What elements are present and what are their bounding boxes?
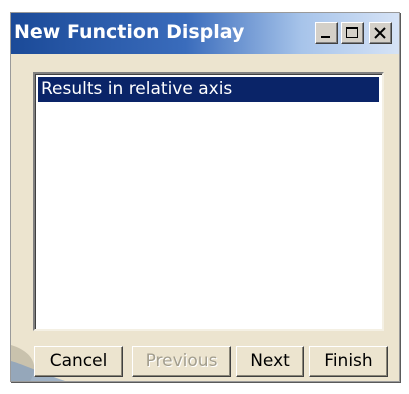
minimize-icon	[321, 36, 330, 38]
close-button[interactable]	[369, 22, 392, 44]
close-icon	[374, 27, 386, 39]
new-function-display-dialog: New Function Display Results in relative…	[10, 12, 400, 382]
previous-button[interactable]: Previous	[132, 346, 231, 377]
maximize-button[interactable]	[341, 22, 364, 44]
next-button[interactable]: Next	[236, 346, 304, 377]
finish-button[interactable]: Finish	[309, 346, 388, 377]
cancel-button[interactable]: Cancel	[34, 346, 123, 377]
minimize-button[interactable]	[315, 22, 338, 44]
dialog-corner-decoration	[11, 345, 66, 381]
maximize-icon	[346, 27, 358, 38]
